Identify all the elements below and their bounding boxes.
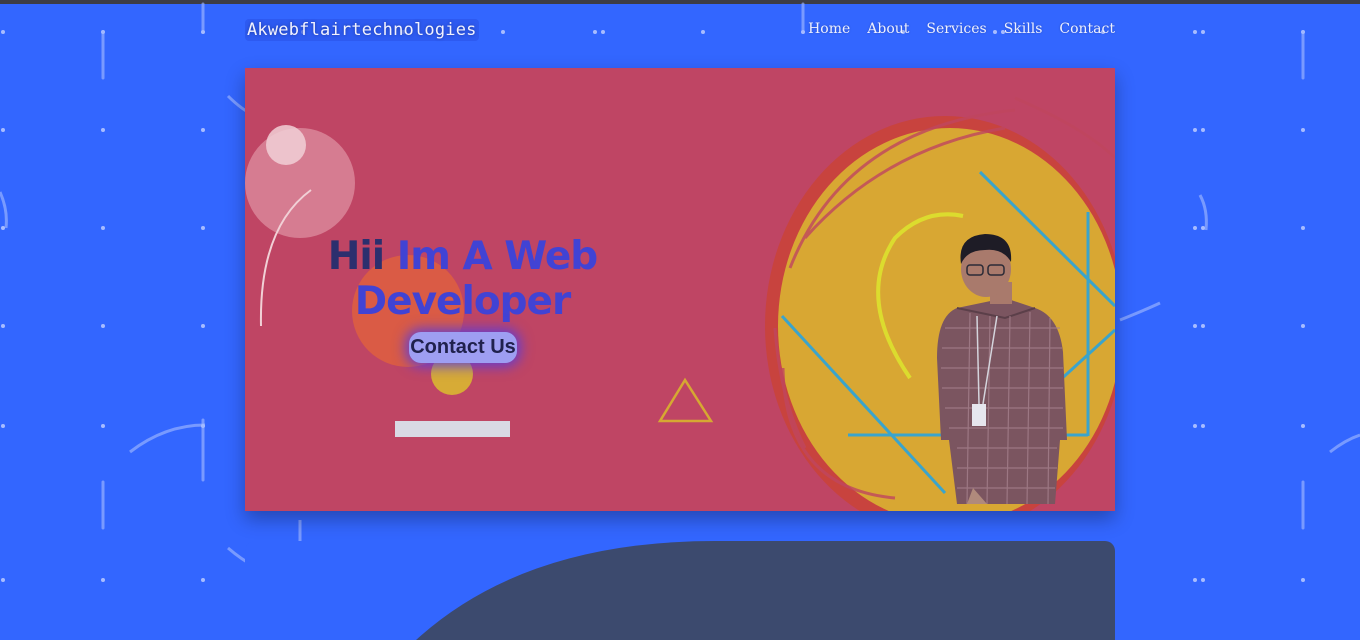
nav-link-contact[interactable]: Contact [1059, 20, 1115, 38]
background-dot [1201, 324, 1205, 328]
about-section-preview [245, 541, 1115, 640]
background-dot [201, 424, 205, 428]
section-wave-shape [245, 541, 1115, 640]
background-dot [1201, 578, 1205, 582]
nav-link-skills[interactable]: Skills [1004, 20, 1043, 38]
contact-us-button[interactable]: Contact Us [409, 332, 517, 363]
background-dot [101, 324, 105, 328]
nav-link-about[interactable]: About [867, 20, 909, 38]
background-dot [501, 30, 505, 34]
background-dot [1193, 324, 1197, 328]
headline-greeting: Hii [327, 234, 385, 279]
background-dot [101, 128, 105, 132]
nav-link-home[interactable]: Home [808, 20, 850, 38]
decor-circle-small [266, 125, 306, 165]
background-dot [1193, 128, 1197, 132]
background-dot [101, 226, 105, 230]
background-dot [201, 324, 205, 328]
background-dot [601, 30, 605, 34]
background-dot [1193, 578, 1197, 582]
background-dot [101, 578, 105, 582]
background-dot [1, 324, 5, 328]
background-dot [1201, 128, 1205, 132]
hero-headline: Hii Im A Web Developer [305, 234, 620, 324]
background-dot [1, 128, 5, 132]
background-dot [1301, 424, 1305, 428]
window-top-strip [0, 0, 1360, 4]
background-dot [1201, 424, 1205, 428]
nav-link-services[interactable]: Services [926, 20, 986, 38]
headline-role: Im A Web [396, 234, 598, 279]
headline-role-line2: Developer [354, 279, 571, 324]
background-dot [593, 30, 597, 34]
decor-triangle [657, 377, 714, 423]
background-dot [1, 30, 5, 34]
decor-yellow-scribble [765, 96, 1115, 511]
background-dot [201, 30, 205, 34]
background-dot [201, 128, 205, 132]
background-dot [1301, 226, 1305, 230]
background-dot [201, 578, 205, 582]
background-dot [1193, 424, 1197, 428]
background-dot [701, 30, 705, 34]
decor-bar [395, 421, 510, 437]
background-dot [1301, 578, 1305, 582]
background-dot [1201, 30, 1205, 34]
background-dot [1193, 226, 1197, 230]
broken-image-placeholder [1252, 632, 1348, 640]
brand-logo-text[interactable]: Akwebflairtechnologies [245, 19, 479, 41]
hero-banner: Hii Im A Web Developer Contact Us [245, 68, 1115, 511]
background-dot [1193, 30, 1197, 34]
scrollbar-track[interactable] [1356, 4, 1360, 180]
background-dot [1301, 324, 1305, 328]
background-dot [1, 424, 5, 428]
background-dot [1, 226, 5, 230]
main-nav: Home About Services Skills Contact [791, 20, 1115, 38]
background-dot [1301, 30, 1305, 34]
background-dot [101, 424, 105, 428]
background-dot [1301, 128, 1305, 132]
background-dot [201, 226, 205, 230]
background-dot [1, 578, 5, 582]
background-dot [101, 30, 105, 34]
background-dot [1201, 226, 1205, 230]
